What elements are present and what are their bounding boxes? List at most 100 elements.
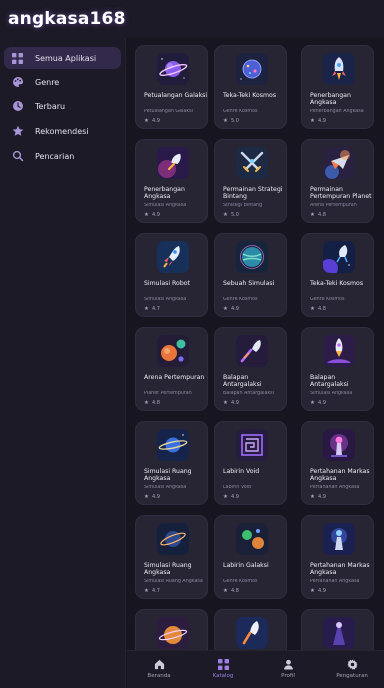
rating-value: 4.9: [230, 400, 239, 406]
app-category: Planet Pertempuran: [144, 391, 192, 396]
app-card[interactable]: Simulasi Ruang Angkasa Simulasi Ruang Ang…: [135, 515, 208, 599]
app-title: Balapan Antargalaksi: [223, 374, 262, 389]
app-card[interactable]: Pertahanan Markas Angkasa Pertahanan Angk…: [301, 515, 374, 599]
app-category: Genre Kosmos: [310, 297, 345, 302]
sidebar-item-rekomendesi[interactable]: Rekomendesi: [4, 120, 121, 142]
app-icon: [157, 429, 189, 461]
app-rating: ★ 4.9: [223, 494, 239, 500]
app-icon: [323, 241, 355, 273]
app-card[interactable]: Balapan Antargalaksi Balapan Antargalaksi…: [214, 327, 287, 411]
app-card[interactable]: Arena Pertempuran Planet Pertempuran ★ 4.8: [135, 327, 208, 411]
app-title: Simulasi Robot: [144, 280, 190, 287]
app-rating: ★ 4.8: [223, 588, 239, 594]
sidebar-item-terbaru[interactable]: Terbaru: [4, 95, 121, 117]
app-icon: [157, 147, 189, 179]
star-icon: ★: [144, 118, 149, 124]
app-rating: ★ 4.8: [144, 400, 160, 406]
sidebar-item-pencarian[interactable]: Pencarian: [4, 145, 121, 167]
app-rating: ★ 4.7: [144, 306, 160, 312]
app-root: angkasa168 Semua Aplikasi Genre Terbaru …: [0, 0, 384, 688]
star-icon: ★: [223, 212, 228, 218]
app-card[interactable]: Teka-Teki Kosmos Genre Kosmos ★ 4.8: [301, 233, 374, 317]
app-title: Pertahanan Markas Angkasa: [310, 468, 370, 483]
app-title: Pertahanan Markas Angkasa: [310, 562, 370, 577]
app-category: Pertahanan Angkasa: [310, 485, 360, 490]
app-category: Genre Kosmos: [223, 297, 258, 302]
app-icon: [323, 335, 355, 367]
app-icon: [236, 335, 268, 367]
app-rating: ★ 4.9: [310, 588, 326, 594]
app-icon: [323, 429, 355, 461]
tab-beranda[interactable]: Beranda: [127, 651, 191, 688]
app-card[interactable]: Labirin Galaksi Genre Kosmos ★ 4.8: [214, 515, 287, 599]
star-icon: ★: [144, 306, 149, 312]
app-card[interactable]: Petualangan Galaksi Petualangan Galaksi ★ 4…: [135, 45, 208, 129]
app-card[interactable]: Simulasi Robot Simulasi Angkasa ★ 4.7: [135, 233, 208, 317]
person-icon: [283, 659, 294, 670]
star-icon: ★: [310, 306, 315, 312]
app-title: Sebuah Simulasi: [223, 280, 275, 287]
star-icon: ★: [144, 212, 149, 218]
app-category: Genre Kosmos: [223, 579, 258, 584]
sidebar: Semua Aplikasi Genre Terbaru Rekomendesi…: [0, 38, 126, 688]
app-card[interactable]: [135, 609, 208, 650]
app-card[interactable]: Teka-Teki Kosmos Genre Kosmos ★ 5.0: [214, 45, 287, 129]
app-title: Permainan Strategi Bintang: [223, 186, 283, 201]
app-card[interactable]: Penerbangan Angkasa Simulasi Angkasa ★ 4.9: [135, 139, 208, 223]
rating-value: 4.7: [151, 306, 160, 312]
app-icon: [236, 617, 268, 649]
tab-katalog[interactable]: Katalog: [191, 651, 255, 688]
app-card[interactable]: [301, 609, 374, 650]
app-category: Labirin Void: [223, 485, 252, 490]
star-icon: ★: [144, 400, 149, 406]
rating-value: 4.9: [317, 588, 326, 594]
star-icon: ★: [223, 118, 228, 124]
app-icon: [323, 53, 355, 85]
search-icon: [11, 150, 24, 163]
app-category: Simulasi Angkasa: [144, 485, 187, 490]
grid-icon: [11, 52, 24, 65]
app-card[interactable]: Sebuah Simulasi Genre Kosmos ★ 4.9: [214, 233, 287, 317]
rating-value: 4.8: [230, 588, 239, 594]
app-catalog-grid: Petualangan Galaksi Petualangan Galaksi ★ 4…: [127, 38, 384, 650]
app-category: Pertahanan Angkasa: [310, 579, 360, 584]
top-bar: angkasa168: [0, 0, 384, 38]
app-card[interactable]: Balapan Antargalaksi Simulasi Angkasa ★ 4.9: [301, 327, 374, 411]
app-title: Teka-Teki Kosmos: [310, 280, 364, 287]
rating-value: 4.9: [151, 212, 160, 218]
app-card[interactable]: Labirin Void Labirin Void ★ 4.9: [214, 421, 287, 505]
app-category: Simulasi Angkasa: [144, 297, 187, 302]
app-title: Labirin Void: [223, 468, 260, 475]
star-icon: ★: [144, 588, 149, 594]
app-rating: ★ 4.9: [144, 494, 160, 500]
sidebar-item-label: Pencarian: [35, 151, 75, 161]
app-category: Simulasi Angkasa: [310, 391, 353, 396]
app-card[interactable]: Simulasi Ruang Angkasa Simulasi Angkasa ★ 4…: [135, 421, 208, 505]
app-rating: ★ 4.9: [310, 494, 326, 500]
app-category: Balapan Antargalaksi: [223, 391, 274, 396]
app-icon: [157, 523, 189, 555]
sidebar-item-genre[interactable]: Genre: [4, 71, 121, 93]
app-category: Penerbangan Angkasa: [310, 109, 364, 114]
app-card[interactable]: Permainan Strategi Bintang Strategi Binta…: [214, 139, 287, 223]
rating-value: 4.9: [317, 400, 326, 406]
rating-value: 4.9: [317, 494, 326, 500]
app-category: Genre Kosmos: [223, 109, 258, 114]
app-card[interactable]: Pertahanan Markas Angkasa Pertahanan Angk…: [301, 421, 374, 505]
tab-pengaturan[interactable]: Pengaturan: [320, 651, 384, 688]
app-card[interactable]: [214, 609, 287, 650]
app-icon: [323, 147, 355, 179]
app-card[interactable]: Penerbangan Angkasa Penerbangan Angkasa ★ 4…: [301, 45, 374, 129]
app-title: Petualangan Galaksi: [144, 92, 208, 99]
app-icon: [157, 617, 189, 649]
app-title: Permainan Pertempuran Planet: [310, 186, 372, 201]
app-category: Simulasi Ruang Angkasa: [144, 579, 203, 584]
app-icon: [157, 53, 189, 85]
star-icon: ★: [310, 494, 315, 500]
bottom-nav: Beranda Katalog Profil Pengaturan: [127, 650, 384, 688]
tab-profil[interactable]: Profil: [256, 651, 320, 688]
app-logo: angkasa168: [8, 9, 126, 29]
star-icon: ★: [223, 306, 228, 312]
app-card[interactable]: Permainan Pertempuran Planet Arena Pertem…: [301, 139, 374, 223]
sidebar-item-semua-aplikasi[interactable]: Semua Aplikasi: [4, 47, 121, 69]
